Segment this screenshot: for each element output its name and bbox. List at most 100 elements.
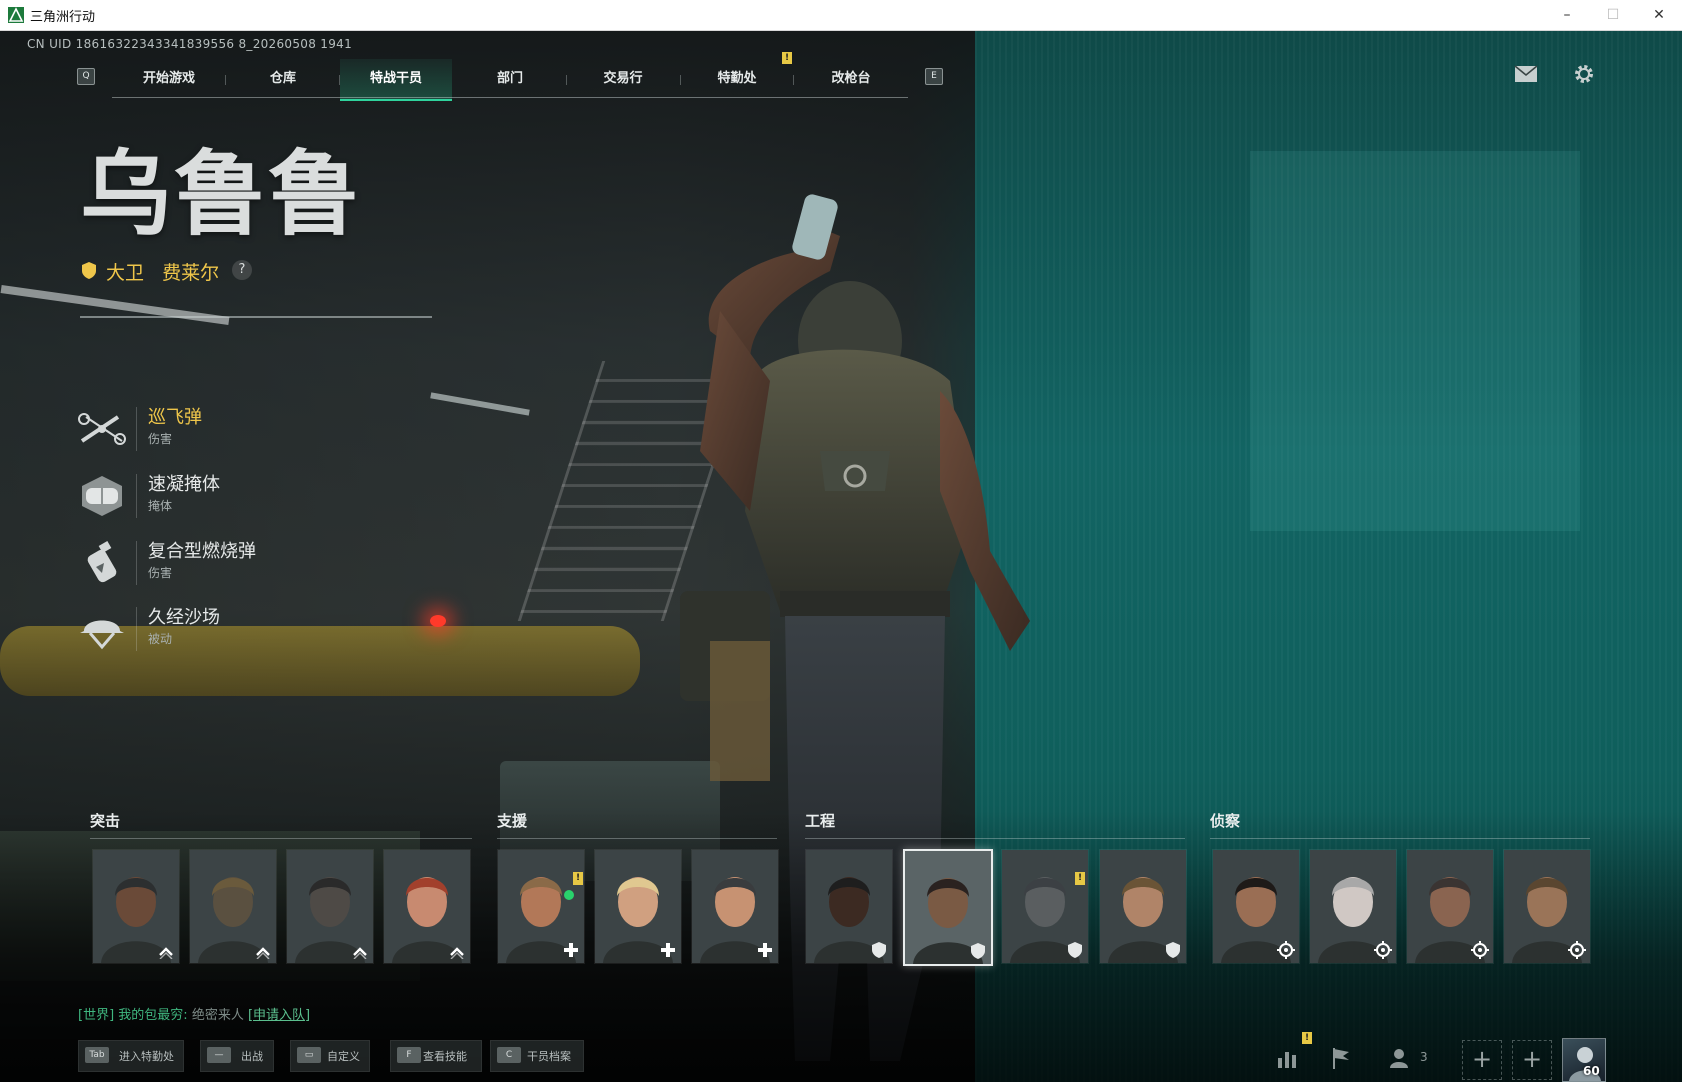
shield-icon [82, 262, 96, 279]
skill-name: 速凝掩体 [148, 474, 220, 495]
target-icon [1374, 941, 1392, 959]
category-engineer: 工程 [805, 812, 836, 830]
tab-trade[interactable]: 交易行 [567, 59, 679, 99]
app-logo-icon [8, 7, 24, 23]
card-engineer-4[interactable] [1099, 849, 1187, 964]
chat-channel: [世界] [78, 1008, 115, 1023]
plus-icon [758, 943, 772, 957]
gear-icon[interactable] [1573, 63, 1595, 85]
card-assault-1[interactable] [92, 849, 180, 964]
nav-prev-key[interactable]: Q [77, 68, 95, 85]
chevron-up-icon [450, 947, 464, 959]
hotkey-label: 进入特勤处 [119, 1050, 174, 1063]
hotkey-customize[interactable]: ▭ 自定义 [290, 1040, 370, 1072]
add-teammate-slot[interactable]: + [1462, 1040, 1502, 1080]
skill-name: 复合型燃烧弹 [148, 541, 256, 562]
plus-icon [661, 943, 675, 957]
card-support-2[interactable] [594, 849, 682, 964]
tab-special-ops[interactable]: 特勤处 [681, 59, 793, 99]
category-divider [1210, 838, 1590, 839]
hotkey-label: 自定义 [327, 1050, 360, 1063]
skill-name: 巡飞弹 [148, 407, 202, 428]
tab-department[interactable]: 部门 [454, 59, 566, 99]
friends-count: 3 [1420, 1050, 1428, 1064]
grenade-icon [87, 541, 117, 583]
card-engineer-2[interactable] [903, 849, 993, 966]
skill-type: 伤害 [148, 566, 173, 580]
hotkey-special-ops[interactable]: Tab 进入特勤处 [78, 1040, 184, 1072]
chevron-up-icon [159, 947, 173, 959]
helmet-icon [80, 620, 124, 650]
shield-icon [1166, 942, 1180, 958]
tab-start-game[interactable]: 开始游戏 [113, 59, 225, 99]
hotkey-view-skills[interactable]: F 查看技能 [390, 1040, 482, 1072]
skill-item[interactable]: 巡飞弹 伤害 [78, 403, 338, 459]
cover-icon [82, 476, 122, 516]
card-assault-2[interactable] [189, 849, 277, 964]
tab-warehouse[interactable]: 仓库 [227, 59, 339, 99]
skill-divider [136, 541, 137, 585]
skill-item[interactable]: 复合型燃烧弹 伤害 [78, 537, 338, 593]
notification-badge: ! [1302, 1032, 1312, 1044]
close-button[interactable]: ✕ [1636, 0, 1682, 30]
skill-divider [136, 607, 137, 651]
skill-name: 久经沙场 [148, 607, 220, 628]
shield-icon [872, 942, 886, 958]
chat-line: [世界] 我的包最穷: 绝密来人 [申请入队] [78, 1004, 310, 1023]
category-divider [90, 838, 472, 839]
skill-item[interactable]: 久经沙场 被动 [78, 603, 338, 659]
card-assault-4[interactable] [383, 849, 471, 964]
plus-icon [564, 943, 578, 957]
maximize-button[interactable]: ☐ [1590, 0, 1636, 30]
tab-gunsmith[interactable]: 改枪台 [795, 59, 907, 99]
card-support-3[interactable] [691, 849, 779, 964]
stats-icon[interactable] [1275, 1046, 1299, 1070]
hotkey-deploy[interactable]: — 出战 [200, 1040, 274, 1072]
tab-operators[interactable]: 特战干员 [340, 59, 452, 101]
notification-badge: ! [782, 52, 792, 64]
card-support-1[interactable] [497, 849, 585, 964]
notification-badge: ! [573, 872, 583, 885]
game-window: 三角洲行动 – ☐ ✕ CN UID 18616322343341839556 … [0, 0, 1682, 1082]
operator-codename: 乌鲁鲁 [80, 141, 363, 248]
avatar-level: 60 [1583, 1064, 1600, 1078]
hotkey-key: Tab [85, 1047, 109, 1063]
add-teammate-slot[interactable]: + [1512, 1040, 1552, 1080]
category-divider [805, 838, 1185, 839]
mail-icon[interactable] [1514, 65, 1538, 83]
flag-icon[interactable] [1330, 1046, 1352, 1070]
friends-icon[interactable] [1390, 1048, 1414, 1068]
join-team-link[interactable]: [申请入队] [248, 1008, 310, 1023]
drone-icon [78, 413, 126, 445]
category-recon: 侦察 [1210, 812, 1241, 830]
chevron-up-icon [353, 947, 367, 959]
card-recon-1[interactable] [1212, 849, 1300, 964]
uid-label: CN UID 18616322343341839556 8_20260508 1… [27, 37, 353, 51]
nav-underline [112, 97, 908, 98]
red-warning-light [430, 615, 446, 627]
help-icon[interactable]: ? [232, 260, 252, 280]
card-recon-3[interactable] [1406, 849, 1494, 964]
target-icon [1568, 941, 1586, 959]
card-engineer-3[interactable] [1001, 849, 1089, 964]
category-support: 支援 [497, 812, 528, 830]
hotkey-label: 查看技能 [423, 1050, 467, 1063]
top-hud: CN UID 18616322343341839556 8_20260508 1… [0, 31, 1682, 111]
card-engineer-1[interactable] [805, 849, 893, 964]
target-icon [1277, 941, 1295, 959]
skill-type: 被动 [148, 632, 173, 646]
nav-next-key[interactable]: E [925, 68, 943, 85]
card-assault-3[interactable] [286, 849, 374, 964]
minimize-button[interactable]: – [1544, 0, 1590, 30]
nav-divider [793, 75, 794, 85]
notification-badge: ! [1075, 872, 1085, 885]
skill-item[interactable]: 速凝掩体 掩体 [78, 470, 338, 526]
card-recon-4[interactable] [1503, 849, 1591, 964]
window-title: 三角洲行动 [30, 10, 96, 25]
online-status-dot [564, 890, 574, 900]
title-bar: 三角洲行动 – ☐ ✕ [0, 0, 1682, 31]
hotkey-operator-file[interactable]: C 干员档案 [490, 1040, 584, 1072]
operator-realname: 大卫 费莱尔 [106, 262, 220, 284]
card-recon-2[interactable] [1309, 849, 1397, 964]
chat-message: 绝密来人 [191, 1008, 248, 1023]
